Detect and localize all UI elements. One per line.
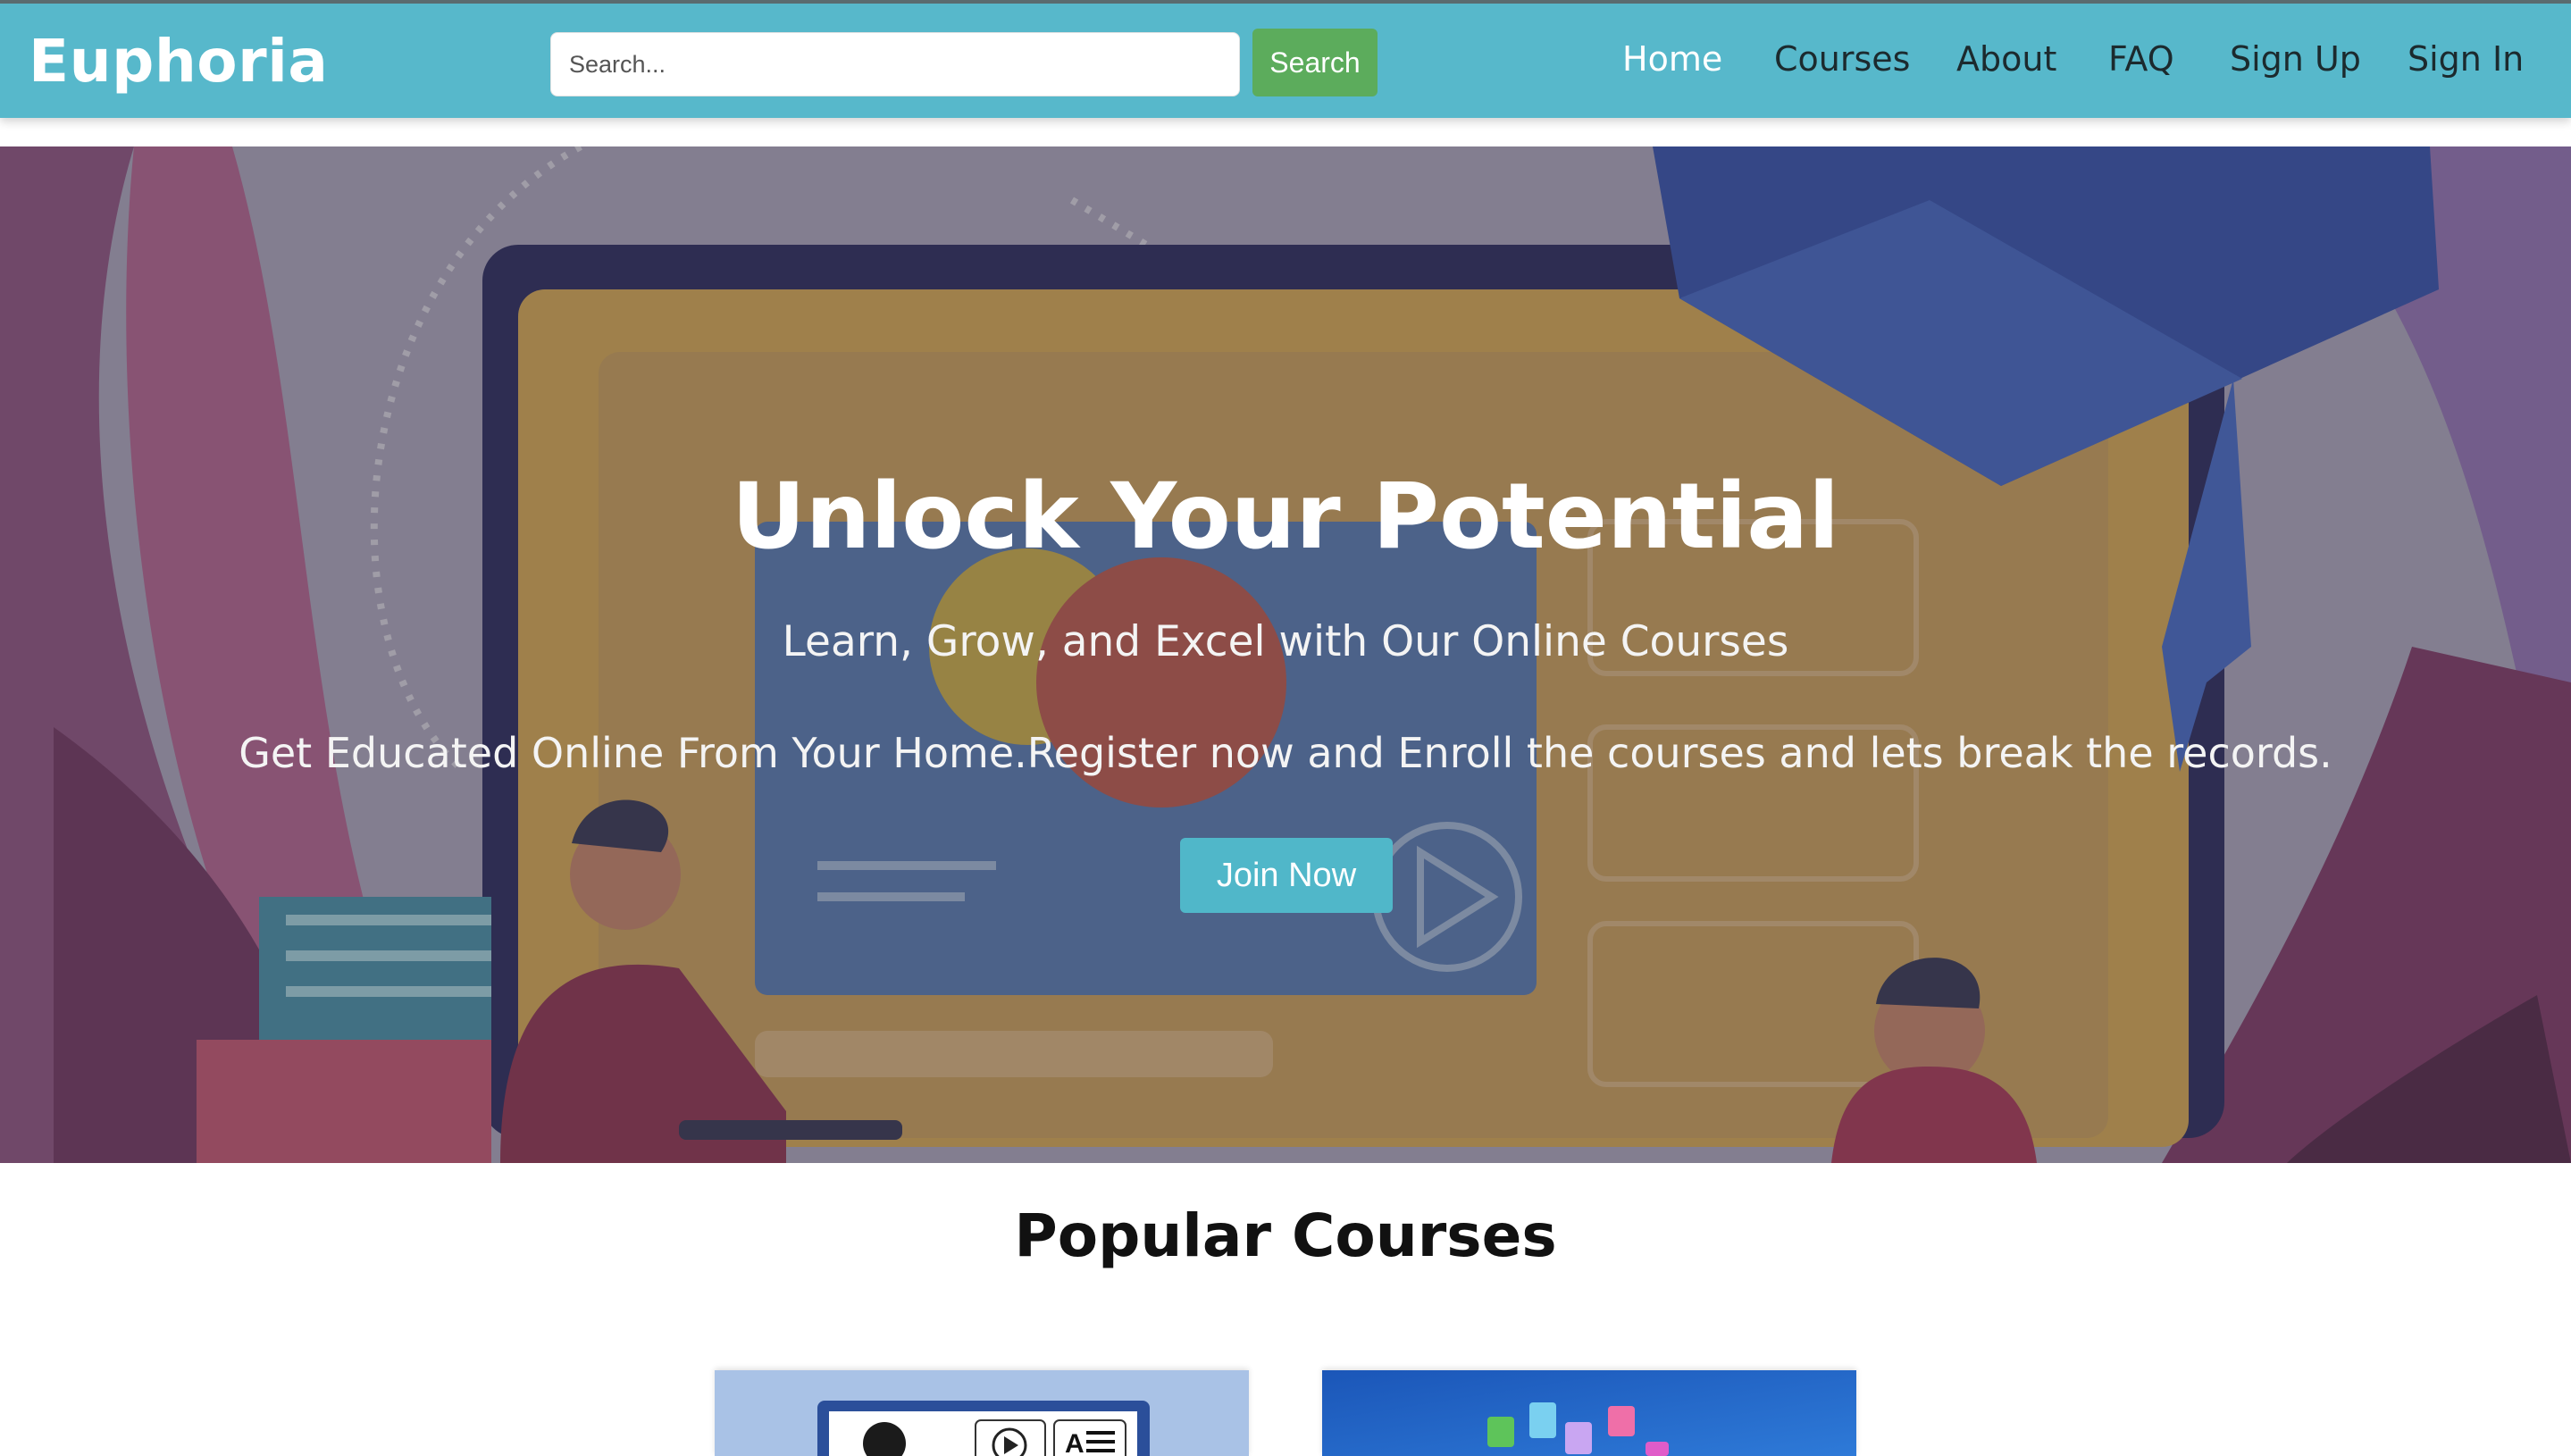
svg-text:A: A: [1065, 1429, 1085, 1456]
navbar: Euphoria Search Home Courses About FAQ S…: [0, 0, 2571, 118]
nav-link-sign-up[interactable]: Sign Up: [2230, 39, 2361, 79]
hero-subtitle: Learn, Grow, and Excel with Our Online C…: [782, 617, 1789, 666]
nav-link-faq[interactable]: FAQ: [2108, 39, 2174, 79]
join-now-button[interactable]: Join Now: [1180, 838, 1393, 913]
brand-logo[interactable]: Euphoria: [29, 27, 328, 96]
course-card-1[interactable]: A: [715, 1370, 1249, 1456]
popular-courses-heading: Popular Courses: [1014, 1201, 1557, 1270]
hero-title: Unlock Your Potential: [731, 464, 1840, 570]
text-doc-icon: A: [1053, 1419, 1126, 1456]
hero-description: Get Educated Online From Your Home.Regis…: [239, 729, 2332, 777]
course-card-image: [1322, 1370, 1856, 1456]
nav-link-courses[interactable]: Courses: [1774, 39, 1910, 79]
hero-banner: Unlock Your Potential Learn, Grow, and E…: [0, 146, 2571, 1163]
search-button[interactable]: Search: [1252, 29, 1378, 96]
play-icon: [975, 1419, 1046, 1456]
nav-link-about[interactable]: About: [1956, 39, 2056, 79]
nav-link-home[interactable]: Home: [1622, 39, 1722, 79]
nav-link-sign-in[interactable]: Sign In: [2408, 39, 2524, 79]
course-card-image: A: [715, 1370, 1249, 1456]
course-card-2[interactable]: [1322, 1370, 1856, 1456]
search-input[interactable]: [550, 32, 1240, 96]
